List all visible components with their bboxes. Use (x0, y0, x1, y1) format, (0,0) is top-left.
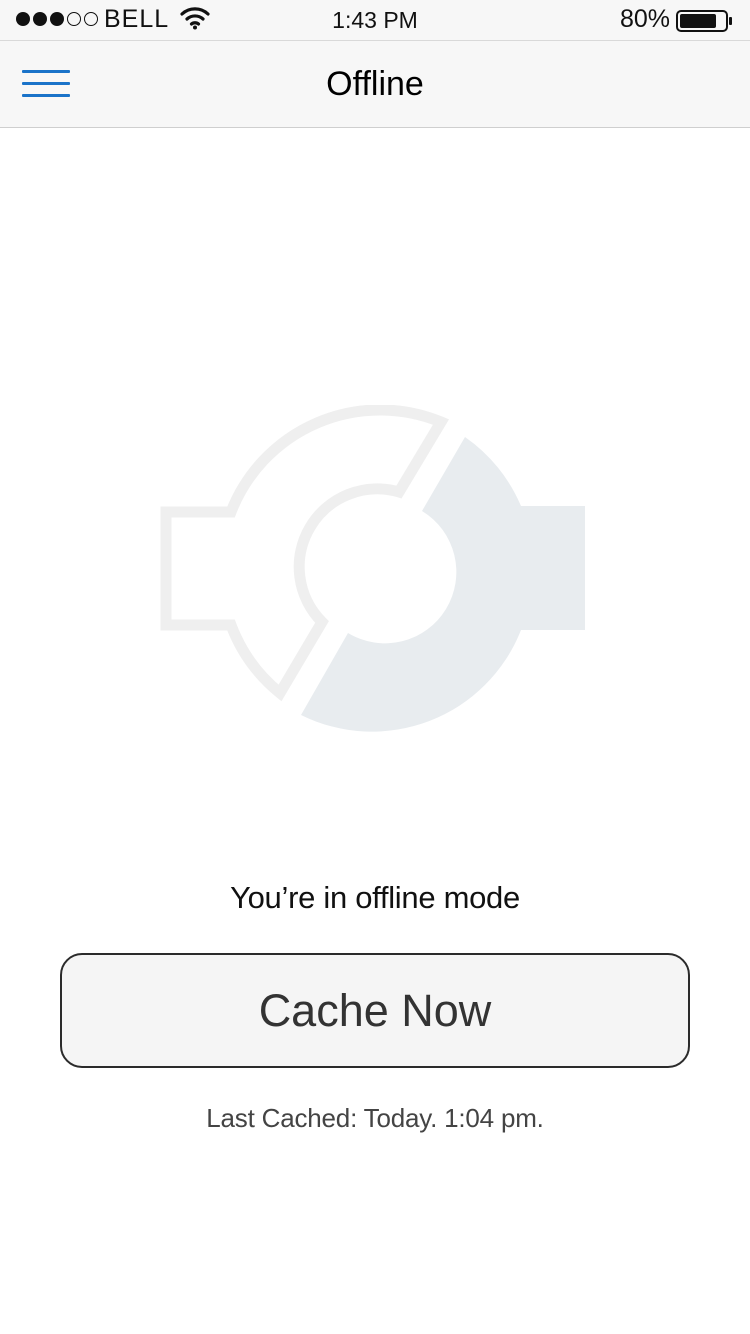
last-cached-timestamp: Last Cached: Today. 1:04 pm. (206, 1103, 544, 1133)
status-bar: BELL 1:43 PM 80% (0, 0, 750, 40)
battery-percentage: 80% (619, 5, 670, 33)
offline-sync-icon (160, 405, 585, 732)
offline-mode-message: You’re in offline mode (230, 880, 520, 915)
cache-now-button[interactable]: Cache Now (60, 953, 690, 1068)
battery-icon (676, 10, 732, 32)
page-title: Offline (326, 65, 424, 103)
navigation-bar: Offline (0, 40, 750, 128)
